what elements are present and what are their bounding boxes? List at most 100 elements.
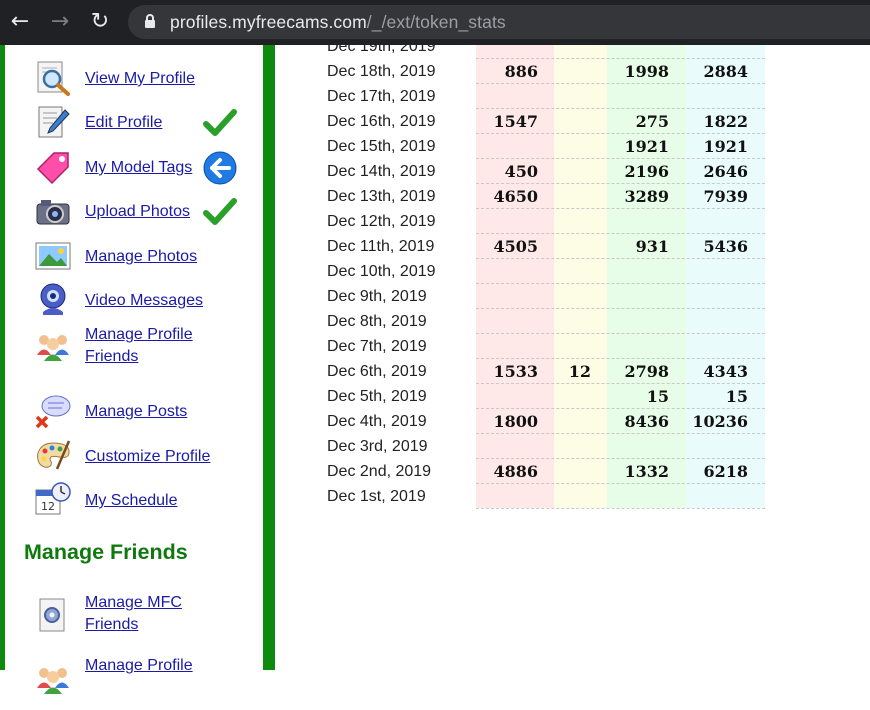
- sidebar-item-customize-profile[interactable]: Customize Profile: [35, 438, 265, 482]
- sidebar-link[interactable]: Manage Profile Friends: [85, 324, 193, 368]
- reload-icon[interactable]: ↻: [86, 8, 114, 36]
- back-arrow-icon[interactable]: ←: [6, 8, 34, 36]
- sidebar-link[interactable]: Edit Profile: [85, 112, 162, 134]
- tag-icon[interactable]: [35, 149, 71, 185]
- date-cell: Dec 6th, 2019: [327, 363, 427, 380]
- sidebar-link-line: Friends: [85, 348, 139, 365]
- value-cell-v4: 2884: [703, 62, 748, 81]
- table-row: Dec 17th, 2019: [275, 84, 870, 109]
- value-cell-v3: 2196: [624, 162, 669, 181]
- table-row: Dec 3rd, 2019: [275, 434, 870, 459]
- date-cell: Dec 1st, 2019: [327, 488, 426, 505]
- sidebar-link[interactable]: View My Profile: [85, 68, 195, 90]
- browser-toolbar: ← → ↻ profiles.myfreecams.com/_/ext/toke…: [0, 0, 870, 45]
- date-cell: Dec 18th, 2019: [327, 63, 436, 80]
- sidebar-item-my-model-tags[interactable]: My Model Tags: [35, 149, 265, 193]
- sidebar-item-manage-photos[interactable]: Manage Photos: [35, 238, 265, 282]
- settings-document-icon[interactable]: [35, 597, 71, 633]
- sidebar-item-upload-photos[interactable]: Upload Photos: [35, 193, 265, 237]
- date-cell: Dec 16th, 2019: [327, 113, 436, 130]
- date-cell: Dec 17th, 2019: [327, 88, 436, 105]
- sidebar-item-manage-profile[interactable]: Manage Profile Friends: [35, 324, 265, 371]
- table-row: Dec 10th, 2019: [275, 259, 870, 284]
- sidebar-link[interactable]: Upload Photos: [85, 201, 190, 223]
- value-cell-v1: 4505: [493, 237, 538, 256]
- sidebar-link[interactable]: Video Messages: [85, 290, 203, 312]
- table-row: Dec 8th, 2019: [275, 309, 870, 334]
- date-cell: Dec 10th, 2019: [327, 263, 436, 280]
- friends-link-line: Manage MFC: [85, 594, 182, 611]
- date-cell: Dec 7th, 2019: [327, 338, 427, 355]
- sidebar-item-video-messages[interactable]: Video Messages: [35, 282, 265, 326]
- sidebar-item-my-schedule[interactable]: 12 My Schedule: [35, 482, 265, 526]
- value-cell-v3: 1921: [624, 137, 669, 156]
- sidebar-link[interactable]: Manage Photos: [85, 246, 197, 268]
- value-cell-v4: 15: [725, 387, 748, 406]
- forward-arrow-icon[interactable]: →: [46, 8, 74, 36]
- sidebar-item-edit-profile[interactable]: Edit Profile: [35, 104, 265, 148]
- speech-bubble-icon[interactable]: [35, 393, 71, 429]
- token-stats-table: Dec 19th, 2019 Dec 18th, 2019 886 1998 2884 D…: [275, 45, 870, 670]
- value-cell-v3: 15: [646, 387, 669, 406]
- date-cell: Dec 5th, 2019: [327, 388, 427, 405]
- value-cell-v4: 7939: [703, 187, 748, 206]
- date-cell: Dec 4th, 2019: [327, 413, 427, 430]
- back-arrow-icon[interactable]: [203, 151, 237, 185]
- friends-link[interactable]: Manage MFC Friends: [85, 592, 182, 636]
- value-cell-v4: 1822: [703, 112, 748, 131]
- people-group-icon[interactable]: [35, 327, 71, 363]
- edit-document-icon[interactable]: [35, 104, 71, 140]
- sidebar: View My Profile Edit Profile My Model Tags…: [0, 45, 265, 694]
- date-cell: Dec 12th, 2019: [327, 213, 436, 230]
- value-cell-v1: 450: [504, 162, 538, 181]
- sidebar-item-manage-posts[interactable]: Manage Posts: [35, 393, 265, 437]
- address-bar[interactable]: profiles.myfreecams.com/_/ext/token_stat…: [128, 5, 870, 39]
- table-row: Dec 1st, 2019: [275, 484, 870, 509]
- value-cell-v3: 3289: [624, 187, 669, 206]
- people-group-icon[interactable]: [35, 660, 71, 696]
- value-cell-v3: 2798: [624, 362, 669, 381]
- calendar-clock-icon[interactable]: 12: [35, 482, 71, 518]
- date-cell: Dec 11th, 2019: [327, 238, 435, 255]
- sidebar-link[interactable]: My Schedule: [85, 490, 178, 512]
- magnifier-profile-icon[interactable]: [35, 60, 71, 96]
- svg-text:12: 12: [41, 500, 55, 513]
- landscape-photo-icon[interactable]: [35, 238, 71, 274]
- webcam-icon[interactable]: [35, 282, 71, 318]
- value-cell-v3: 275: [635, 112, 669, 131]
- table-row: Dec 15th, 2019 1921 1921: [275, 134, 870, 159]
- sidebar-link[interactable]: Customize Profile: [85, 446, 210, 468]
- value-cell-v1: 4650: [493, 187, 538, 206]
- table-row: Dec 5th, 2019 15 15: [275, 384, 870, 409]
- value-cell-v3: 1998: [624, 62, 669, 81]
- checkmark-icon: [203, 106, 237, 140]
- friends-item-manage-mfc[interactable]: Manage MFC Friends: [35, 594, 265, 647]
- value-cell-v1: 1547: [493, 112, 538, 131]
- friends-item-manage-profile[interactable]: Manage Profile: [35, 657, 265, 710]
- date-cell: Dec 14th, 2019: [327, 163, 436, 180]
- date-cell: Dec 15th, 2019: [327, 138, 436, 155]
- value-cell-v4: 10236: [692, 412, 748, 431]
- table-row: Dec 16th, 2019 1547 275 1822: [275, 109, 870, 134]
- value-cell-v3: 8436: [624, 412, 669, 431]
- table-row: Dec 2nd, 2019 4886 1332 6218: [275, 459, 870, 484]
- sidebar-item-view-my-profile[interactable]: View My Profile: [35, 60, 265, 104]
- table-row: Dec 14th, 2019 450 2196 2646: [275, 159, 870, 184]
- sidebar-link[interactable]: Manage Posts: [85, 401, 187, 423]
- row-separator: [476, 508, 765, 509]
- paint-palette-icon[interactable]: [35, 438, 71, 474]
- sidebar-link[interactable]: My Model Tags: [85, 157, 192, 179]
- date-cell: Dec 13th, 2019: [327, 188, 436, 205]
- value-cell-v3: 1332: [624, 462, 669, 481]
- value-cell-v4: 2646: [703, 162, 748, 181]
- url-text[interactable]: profiles.myfreecams.com/_/ext/token_stat…: [170, 5, 506, 39]
- table-row: Dec 7th, 2019: [275, 334, 870, 359]
- camera-icon[interactable]: [35, 193, 71, 229]
- table-row: Dec 13th, 2019 4650 3289 7939: [275, 184, 870, 209]
- friends-link-line: Friends: [85, 616, 139, 633]
- table-row: Dec 18th, 2019 886 1998 2884: [275, 59, 870, 84]
- table-row: Dec 9th, 2019: [275, 284, 870, 309]
- friends-link-line: Manage Profile: [85, 657, 193, 674]
- value-cell-v1: 1533: [493, 362, 538, 381]
- friends-link[interactable]: Manage Profile: [85, 655, 193, 677]
